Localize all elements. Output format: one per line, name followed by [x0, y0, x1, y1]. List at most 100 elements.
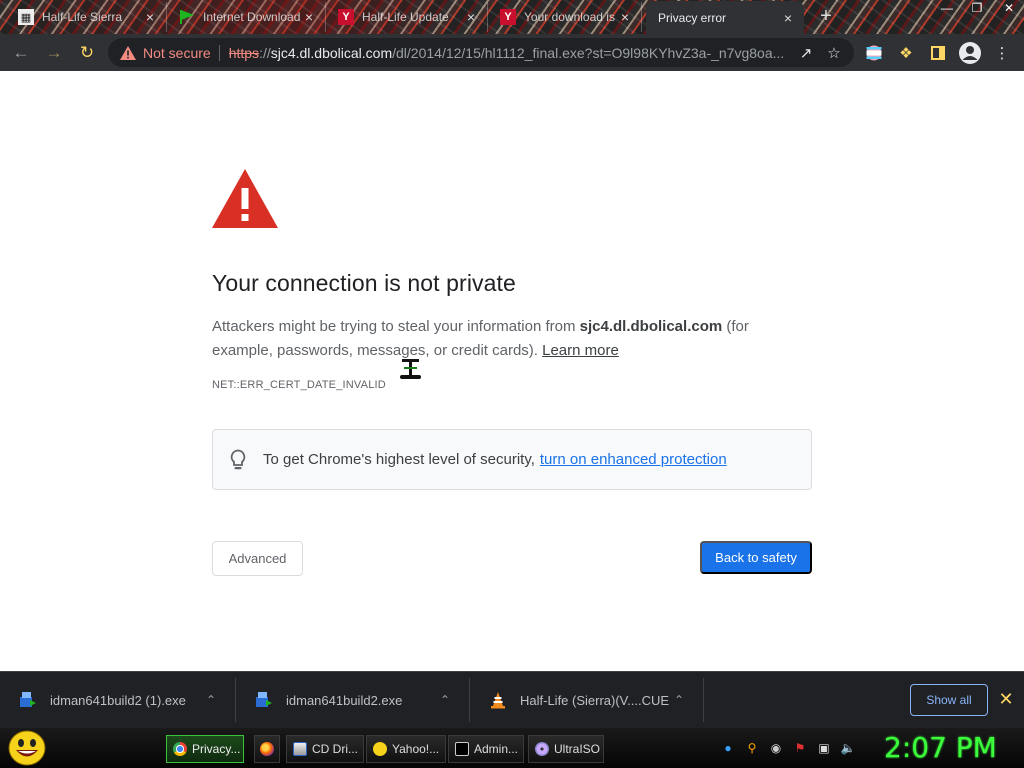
- extensions-puzzle-icon[interactable]: ❖: [892, 38, 920, 67]
- tab-title: Internet Download: [203, 10, 301, 24]
- url-scheme: https: [228, 44, 260, 61]
- installer-icon: [18, 690, 38, 710]
- share-icon[interactable]: ↗: [792, 44, 820, 62]
- tab-strip: ▦ Half-Life Sierra × Internet Download ×…: [0, 0, 1024, 34]
- volume-icon[interactable]: 🔈: [840, 740, 856, 756]
- download-filename: idman641build2.exe: [286, 692, 403, 708]
- tab-title: Privacy error: [658, 10, 727, 25]
- yahoo-smiley-icon: [373, 742, 387, 756]
- new-tab-button[interactable]: +: [814, 5, 838, 29]
- advanced-button[interactable]: Advanced: [212, 541, 303, 576]
- forward-arrow-icon[interactable]: →: [40, 39, 68, 67]
- not-secure-label[interactable]: Not secure: [143, 45, 211, 61]
- side-panel-icon[interactable]: [924, 38, 952, 67]
- close-tab-icon[interactable]: ×: [301, 9, 317, 25]
- show-all-button[interactable]: Show all: [910, 684, 988, 716]
- privacy-error-page: Your connection is not private Attackers…: [0, 71, 1024, 671]
- taskbar-label: Admin...: [474, 742, 519, 756]
- back-arrow-icon[interactable]: ←: [7, 39, 35, 67]
- cd-drive-icon: [293, 742, 307, 756]
- firefox-icon: [260, 742, 274, 756]
- promo-text: To get Chrome's highest level of securit…: [263, 451, 535, 468]
- text-cursor-icon: [400, 359, 421, 379]
- search-icon[interactable]: ⚲: [744, 740, 760, 756]
- download-shelf: idman641build2 (1).exe ⌃ idman641build2.…: [0, 671, 1024, 728]
- clock[interactable]: 2:07 PM: [884, 730, 1004, 766]
- flag-alert-icon[interactable]: ⚑: [792, 740, 808, 756]
- taskbar-label: CD Dri...: [312, 742, 358, 756]
- network-globe-icon[interactable]: ●: [720, 740, 736, 756]
- taskbar-button-ultraiso[interactable]: UltraISO: [528, 735, 604, 763]
- system-tray: ● ⚲ ◉ ⚑ ▣ 🔈: [720, 738, 864, 758]
- download-item[interactable]: idman641build2 (1).exe ⌃: [0, 678, 236, 722]
- chevron-up-icon[interactable]: ⌃: [435, 693, 455, 707]
- taskbar: Privacy... CD Dri... Yahoo!... Admin... …: [0, 728, 1024, 768]
- menu-kebab-icon[interactable]: ⋮: [988, 38, 1016, 67]
- installer-icon: [254, 690, 274, 710]
- cmd-icon: [455, 742, 469, 756]
- disc-icon: [535, 742, 549, 756]
- close-tab-icon[interactable]: ×: [780, 10, 796, 26]
- taskbar-button-yahoo[interactable]: Yahoo!...: [366, 735, 446, 763]
- profile-avatar-icon[interactable]: [956, 38, 984, 67]
- chevron-up-icon[interactable]: ⌃: [669, 693, 689, 707]
- error-code[interactable]: NET::ERR_CERT_DATE_INVALID: [212, 379, 386, 391]
- taskbar-label: UltraISO: [554, 742, 601, 756]
- download-item[interactable]: idman641build2.exe ⌃: [236, 678, 470, 722]
- taskbar-button-admin[interactable]: Admin...: [448, 735, 524, 763]
- close-window-icon[interactable]: ✕: [994, 0, 1024, 20]
- url-host: sjc4.dl.dbolical.com: [270, 44, 393, 61]
- download-filename: idman641build2 (1).exe: [50, 692, 186, 708]
- download-item[interactable]: Half-Life (Sierra)(V....CUE ⌃: [470, 678, 704, 722]
- warning-icon: [120, 45, 136, 60]
- learn-more-link[interactable]: Learn more: [542, 342, 619, 359]
- building-icon: ▦: [18, 9, 34, 25]
- tab-half-life-update[interactable]: Y Half-Life Update ×: [330, 2, 488, 32]
- y-icon: Y: [338, 9, 354, 25]
- close-tab-icon[interactable]: ×: [463, 9, 479, 25]
- taskbar-button-cd-drive[interactable]: CD Dri...: [286, 735, 364, 763]
- tab-title: Half-Life Update: [362, 10, 449, 24]
- close-tab-icon[interactable]: ×: [617, 9, 633, 25]
- enhanced-protection-promo: To get Chrome's highest level of securit…: [212, 429, 812, 490]
- url-path: /dl/2014/12/15/hl1112_final.exe?st=O9l98…: [392, 44, 785, 61]
- y-icon: Y: [500, 9, 516, 25]
- description-text: Attackers might be trying to steal your …: [212, 318, 580, 335]
- tab-title: Your download is: [524, 10, 615, 24]
- chrome-icon: [173, 742, 187, 756]
- browser-toolbar: ← → ↻ Not secure https://sjc4.dl.dbolica…: [0, 34, 1024, 71]
- chevron-up-icon[interactable]: ⌃: [201, 693, 221, 707]
- description-host: sjc4.dl.dbolical.com: [579, 318, 723, 335]
- restore-icon[interactable]: ❐: [962, 0, 992, 20]
- taskbar-button-privacy[interactable]: Privacy...: [166, 735, 244, 763]
- taskbar-label: Yahoo!...: [392, 742, 440, 756]
- reload-icon[interactable]: ↻: [73, 39, 101, 67]
- bookmark-star-icon[interactable]: ☆: [820, 44, 848, 62]
- close-tab-icon[interactable]: ×: [142, 9, 158, 25]
- tab-your-download[interactable]: Y Your download is ×: [492, 2, 642, 32]
- tab-privacy-error[interactable]: Privacy error ×: [646, 1, 804, 34]
- taskbar-label: Privacy...: [192, 742, 241, 756]
- close-shelf-icon[interactable]: ✕: [996, 689, 1016, 709]
- network-monitor-icon[interactable]: ▣: [816, 740, 832, 756]
- download-filename: Half-Life (Sierra)(V....CUE: [520, 692, 669, 708]
- minimize-icon[interactable]: —: [932, 0, 962, 20]
- url-separator: ://: [259, 44, 271, 61]
- play-flag-icon: [179, 9, 195, 25]
- back-to-safety-button[interactable]: Back to safety: [700, 541, 812, 574]
- taskbar-button-firefox[interactable]: [254, 735, 280, 763]
- omnibox-divider: [218, 44, 220, 61]
- extension-flag-icon[interactable]: [860, 38, 888, 67]
- start-smiley-icon[interactable]: [8, 730, 46, 766]
- url-text[interactable]: https://sjc4.dl.dbolical.com/dl/2014/12/…: [229, 45, 792, 61]
- enhanced-protection-link[interactable]: turn on enhanced protection: [540, 451, 727, 468]
- warning-triangle-icon: [212, 169, 278, 228]
- lightbulb-icon: [230, 449, 246, 469]
- error-description: Attackers might be trying to steal your …: [212, 315, 812, 363]
- address-bar[interactable]: Not secure https://sjc4.dl.dbolical.com/…: [108, 38, 854, 67]
- status-circle-icon[interactable]: ◉: [768, 740, 784, 756]
- tab-title: Half-Life Sierra: [42, 10, 123, 24]
- page-title: Your connection is not private: [212, 270, 516, 296]
- tab-half-life-sierra[interactable]: ▦ Half-Life Sierra ×: [10, 2, 167, 32]
- tab-internet-download[interactable]: Internet Download ×: [171, 2, 326, 32]
